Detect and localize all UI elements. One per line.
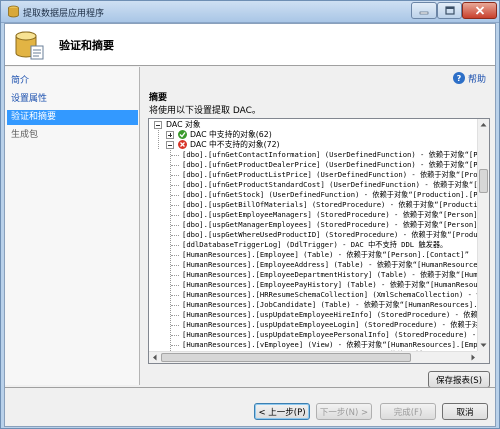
collapse-icon[interactable] [154, 121, 162, 129]
error-icon [178, 140, 187, 149]
unsupported-objects-label: DAC 中不支持的对象(72) [190, 140, 280, 149]
minimize-icon [419, 11, 429, 14]
finish-button[interactable]: 完成(F) [380, 403, 436, 420]
database-app-icon [8, 5, 19, 18]
tree-connector [171, 265, 179, 266]
scroll-left-arrow-icon[interactable] [149, 352, 160, 363]
tree-object-label: [dbo].[ufnGetProductListPrice] (UserDefi… [182, 170, 479, 179]
tree-connector [171, 295, 179, 296]
horizontal-scrollbar[interactable] [149, 351, 479, 363]
sidebar-item-set-properties[interactable]: 设置属性 [7, 92, 138, 107]
tree-object-label: [HumanResources].[uspUpdateEmployeePerso… [182, 330, 479, 339]
tree-object-label: [HumanResources].[Employee] (Table) - 依赖… [182, 250, 469, 259]
tree-connector [171, 155, 179, 156]
close-icon [475, 6, 484, 15]
help-icon: ? [453, 72, 465, 84]
tree-guide-line [170, 147, 171, 351]
horizontal-scroll-thumb[interactable] [161, 353, 411, 362]
page-header: 验证和摘要 [5, 24, 495, 66]
close-button[interactable] [462, 2, 497, 19]
window-title: 提取数据层应用程序 [23, 9, 105, 19]
tree-connector [171, 215, 179, 216]
tree-object-label: [HumanResources].[uspUpdateEmployeeLogin… [182, 320, 479, 329]
check-icon [178, 130, 187, 139]
footer-divider [5, 387, 495, 388]
wizard-window: 提取数据层应用程序 验证和摘要 简介 设置属性 验证和摘要 生成包 ? 帮助 摘… [0, 0, 500, 429]
data-tier-application-icon [15, 31, 44, 60]
tree-connector [171, 285, 179, 286]
tree-connector [171, 165, 179, 166]
tree-connector [171, 255, 179, 256]
tree-object-label: [dbo].[uspGetManagerEmployees] (StoredPr… [182, 220, 479, 229]
tree-content: DAC 对象 DAC 中支持的对象(62) DAC 中不支持的对象(72) [d… [149, 119, 479, 351]
supported-objects-label: DAC 中支持的对象(62) [190, 130, 272, 139]
wizard-client-area: 验证和摘要 简介 设置属性 验证和摘要 生成包 ? 帮助 摘要 将使用以下设置提… [4, 23, 496, 427]
tree-object-label: [dbo].[uspGetEmployeeManagers] (StoredPr… [182, 210, 479, 219]
tree-connector [171, 315, 179, 316]
wizard-sidebar: 简介 设置属性 验证和摘要 生成包 [5, 67, 140, 385]
tree-connector [171, 305, 179, 306]
tree-object-label: [HumanResources].[EmployeePayHistory] (T… [182, 280, 479, 289]
tree-object-label: [dbo].[uspGetWhereUsedProductID] (Stored… [182, 230, 479, 239]
tree-connector [171, 195, 179, 196]
tree-connector [171, 345, 179, 346]
back-button[interactable]: < 上一步(P) [254, 403, 310, 420]
vertical-scroll-thumb[interactable] [479, 169, 488, 193]
tree-root-label: DAC 对象 [166, 120, 201, 129]
maximize-button[interactable] [437, 2, 462, 19]
page-title: 验证和摘要 [59, 39, 114, 52]
tree-object-label: [ddlDatabaseTriggerLog] (DdlTrigger) - D… [182, 240, 448, 249]
tree-object-label: [HumanResources].[JobCandidate] (Table) … [182, 300, 479, 309]
tree-connector [171, 325, 179, 326]
tree-connector [171, 185, 179, 186]
tree-object-label: [dbo].[uspGetBillOfMaterials] (StoredPro… [182, 200, 479, 209]
tree-connector [171, 175, 179, 176]
minimize-button[interactable] [411, 2, 437, 19]
tree-object-label: [dbo].[ufnGetStock] (UserDefinedFunction… [182, 190, 479, 199]
tree-object-label: [dbo].[ufnGetProductStandardCost] (UserD… [182, 180, 479, 189]
help-label: 帮助 [468, 74, 487, 85]
tree-connector [171, 335, 179, 336]
summary-heading: 摘要 [149, 93, 168, 103]
cancel-button[interactable]: 取消 [442, 403, 488, 420]
summary-instructions: 将使用以下设置提取 DAC。 [149, 106, 261, 116]
vertical-scrollbar[interactable] [477, 119, 489, 351]
tree-object-label: [HumanResources].[HRResumeSchemaCollecti… [182, 290, 479, 299]
scroll-down-arrow-icon[interactable] [478, 340, 489, 351]
next-button[interactable]: 下一步(N) > [316, 403, 372, 420]
tree-connector [171, 245, 179, 246]
help-link[interactable]: ? 帮助 [453, 71, 486, 85]
sidebar-item-build-package: 生成包 [11, 130, 39, 140]
expand-icon[interactable] [166, 131, 174, 139]
maximize-icon [444, 6, 455, 15]
tree-object-label: [HumanResources].[uspUpdateEmployeeHireI… [182, 310, 479, 319]
tree-object-label: [HumanResources].[EmployeeAddress] (Tabl… [182, 260, 479, 269]
tree-object-label: [HumanResources].[EmployeeDepartmentHist… [182, 270, 479, 279]
summary-tree-view[interactable]: DAC 对象 DAC 中支持的对象(62) DAC 中不支持的对象(72) [d… [148, 118, 490, 364]
scrollbar-corner [477, 351, 489, 363]
tree-guide-line [158, 127, 159, 149]
save-report-button[interactable]: 保存报表(S) [428, 371, 490, 388]
collapse-icon[interactable] [166, 141, 174, 149]
sidebar-item-introduction[interactable]: 简介 [7, 74, 138, 89]
tree-connector [171, 275, 179, 276]
tree-connector [171, 235, 179, 236]
tree-object-label: [dbo].[ufnGetContactInformation] (UserDe… [182, 150, 479, 159]
tree-connector [171, 205, 179, 206]
tree-connector [171, 225, 179, 226]
tree-object-label: [dbo].[ufnGetProductDealerPrice] (UserDe… [182, 160, 479, 169]
title-bar[interactable]: 提取数据层应用程序 [1, 1, 499, 23]
tree-object-label: [HumanResources].[vEmployee] (View) - 依赖… [182, 340, 479, 349]
scroll-up-arrow-icon[interactable] [478, 119, 489, 130]
sidebar-item-validation-summary[interactable]: 验证和摘要 [7, 110, 138, 125]
